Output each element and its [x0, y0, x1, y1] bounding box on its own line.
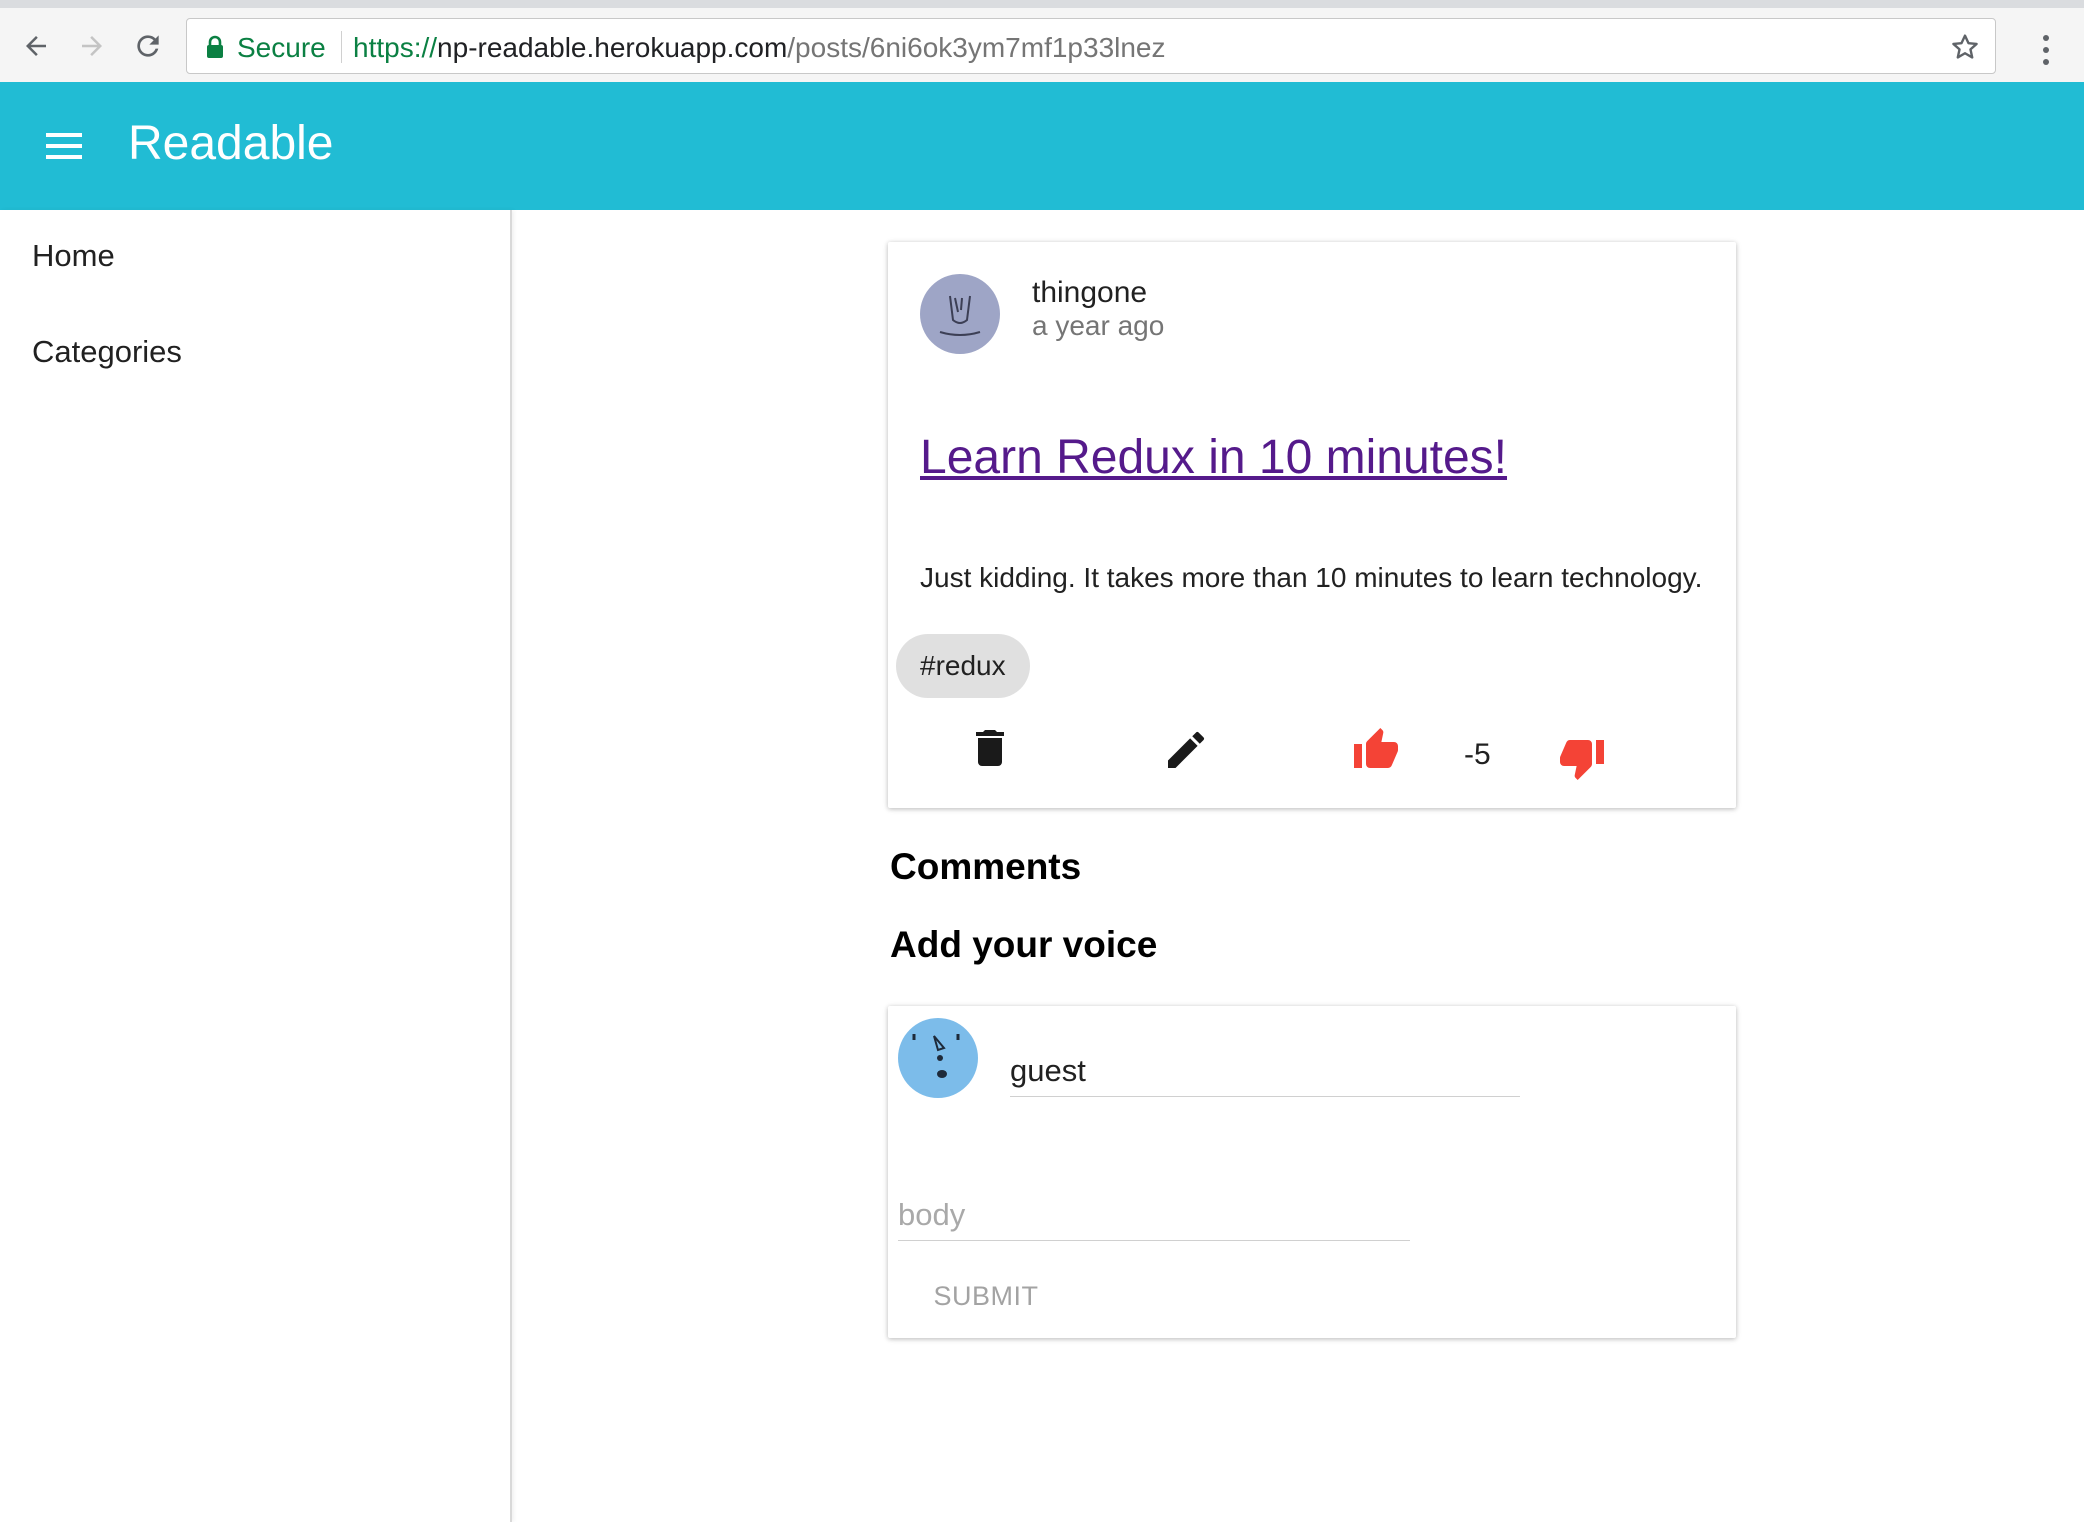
category-chip[interactable]: #redux: [896, 634, 1030, 698]
arrow-right-icon: [82, 36, 102, 56]
app-title: Readable: [128, 117, 334, 170]
app-bar: Readable: [0, 82, 2084, 210]
edit-icon[interactable]: [1162, 726, 1210, 774]
add-comment-heading: Add your voice: [890, 924, 1158, 965]
thumb-up-icon[interactable]: [1352, 726, 1400, 774]
drawer-item-home[interactable]: Home: [32, 238, 115, 274]
vote-score: -5: [1464, 738, 1491, 771]
address-separator: [341, 31, 342, 63]
avatar-face-icon: [912, 1034, 960, 1078]
thumb-down-icon[interactable]: [1558, 734, 1606, 782]
comment-author-input[interactable]: [1010, 1046, 1520, 1097]
comments-heading: Comments: [890, 846, 1082, 887]
lock-icon: [207, 35, 223, 58]
secure-label: Secure: [237, 32, 326, 63]
post-card: thingone a year ago Learn Redux in 10 mi…: [888, 242, 1736, 808]
reload-button[interactable]: [128, 26, 168, 66]
post-body: Just kidding. It takes more than 10 minu…: [920, 562, 1703, 593]
url-host: np-readable.herokuapp.com: [437, 32, 788, 63]
guest-avatar: [898, 1018, 978, 1098]
post-author[interactable]: thingone: [1032, 276, 1147, 310]
post-title-link[interactable]: Learn Redux in 10 minutes!: [920, 430, 1507, 485]
forward-button[interactable]: [72, 26, 112, 66]
browser-toolbar: Secure https://np-readable.herokuapp.com…: [0, 8, 2084, 83]
comment-body-input[interactable]: [898, 1190, 1410, 1241]
avatar-face-icon: [939, 295, 981, 336]
address-bar[interactable]: Secure https://np-readable.herokuapp.com…: [186, 18, 1996, 74]
browser-tab-strip: [0, 0, 2084, 8]
browser-menu-icon[interactable]: [2032, 32, 2060, 68]
side-drawer: Home Categories: [0, 210, 512, 1522]
delete-icon[interactable]: [966, 724, 1014, 772]
menu-icon[interactable]: [44, 126, 84, 166]
post-timestamp: a year ago: [1032, 310, 1165, 341]
comment-form-card: SUBMIT: [888, 1006, 1736, 1338]
bookmark-star-icon[interactable]: [1949, 31, 1981, 63]
url-scheme: https://: [353, 32, 438, 63]
url-text: https://np-readable.herokuapp.com/posts/…: [353, 32, 1166, 64]
author-avatar: [920, 274, 1000, 354]
submit-button[interactable]: SUBMIT: [898, 1268, 1074, 1324]
back-button[interactable]: [16, 26, 56, 66]
arrow-left-icon: [26, 36, 46, 56]
url-path: /posts/6ni6ok3ym7mf1p33lnez: [787, 32, 1166, 63]
reload-icon: [137, 35, 159, 57]
drawer-item-categories[interactable]: Categories: [32, 334, 182, 370]
